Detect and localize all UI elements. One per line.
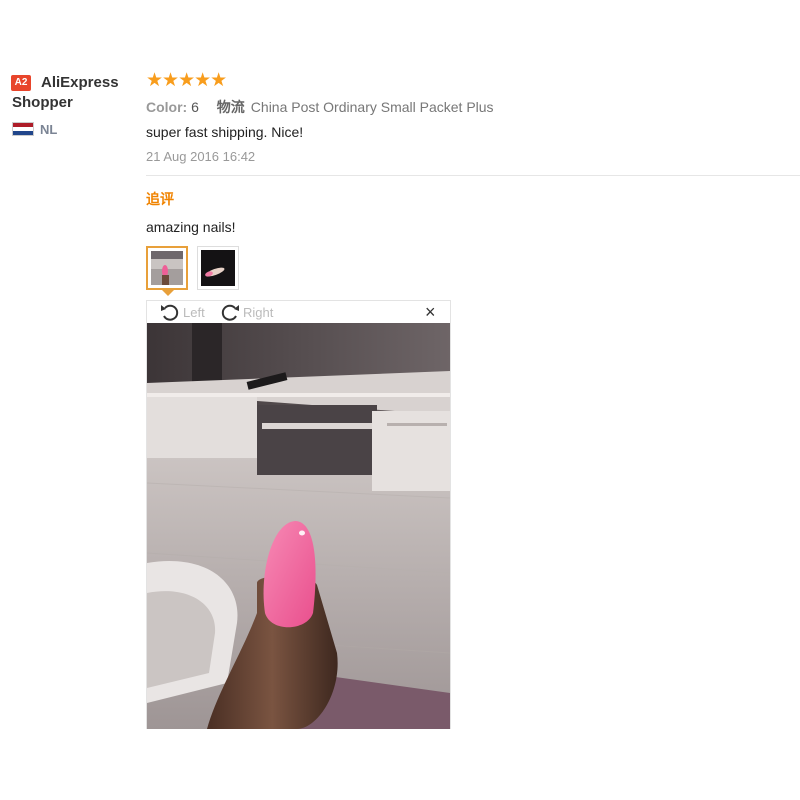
close-icon[interactable]: ×	[425, 303, 436, 321]
thumbnail-image	[201, 250, 235, 286]
thumbnail-image	[151, 251, 183, 285]
divider	[146, 175, 800, 176]
followup-label: 追评	[146, 191, 174, 207]
review-date: 21 Aug 2016 16:42	[146, 149, 256, 164]
netherlands-flag-icon	[12, 122, 34, 136]
rotate-right-button[interactable]: Right	[219, 302, 273, 322]
reviewer-name: AliExpress Shopper	[12, 74, 119, 111]
followup-text: amazing nails!	[146, 219, 236, 235]
rotate-left-button[interactable]: Left	[159, 302, 205, 322]
rotate-left-label: Left	[183, 304, 205, 320]
photo-thumbnail-1[interactable]	[146, 246, 188, 290]
review-meta: Color: 6 物流 China Post Ordinary Small Pac…	[146, 97, 494, 117]
logistics-label: 物流	[216, 99, 245, 115]
active-thumbnail-caret	[162, 290, 174, 296]
logistics-value: China Post Ordinary Small Packet Plus	[250, 99, 494, 115]
viewer-toolbar: Left Right ×	[147, 301, 450, 323]
color-value: 6	[191, 99, 199, 115]
color-label: Color:	[146, 99, 188, 115]
photo-thumbnail-2[interactable]	[197, 246, 239, 290]
rotate-right-icon	[221, 304, 239, 321]
image-viewer: Left Right ×	[146, 300, 451, 729]
review-photo	[147, 323, 450, 729]
rotate-right-label: Right	[243, 304, 274, 320]
rotate-left-icon	[161, 304, 179, 321]
reviewer-country: NL	[40, 122, 58, 137]
star-rating: ★★★★★	[146, 70, 227, 91]
review-text: super fast shipping. Nice!	[146, 124, 304, 140]
